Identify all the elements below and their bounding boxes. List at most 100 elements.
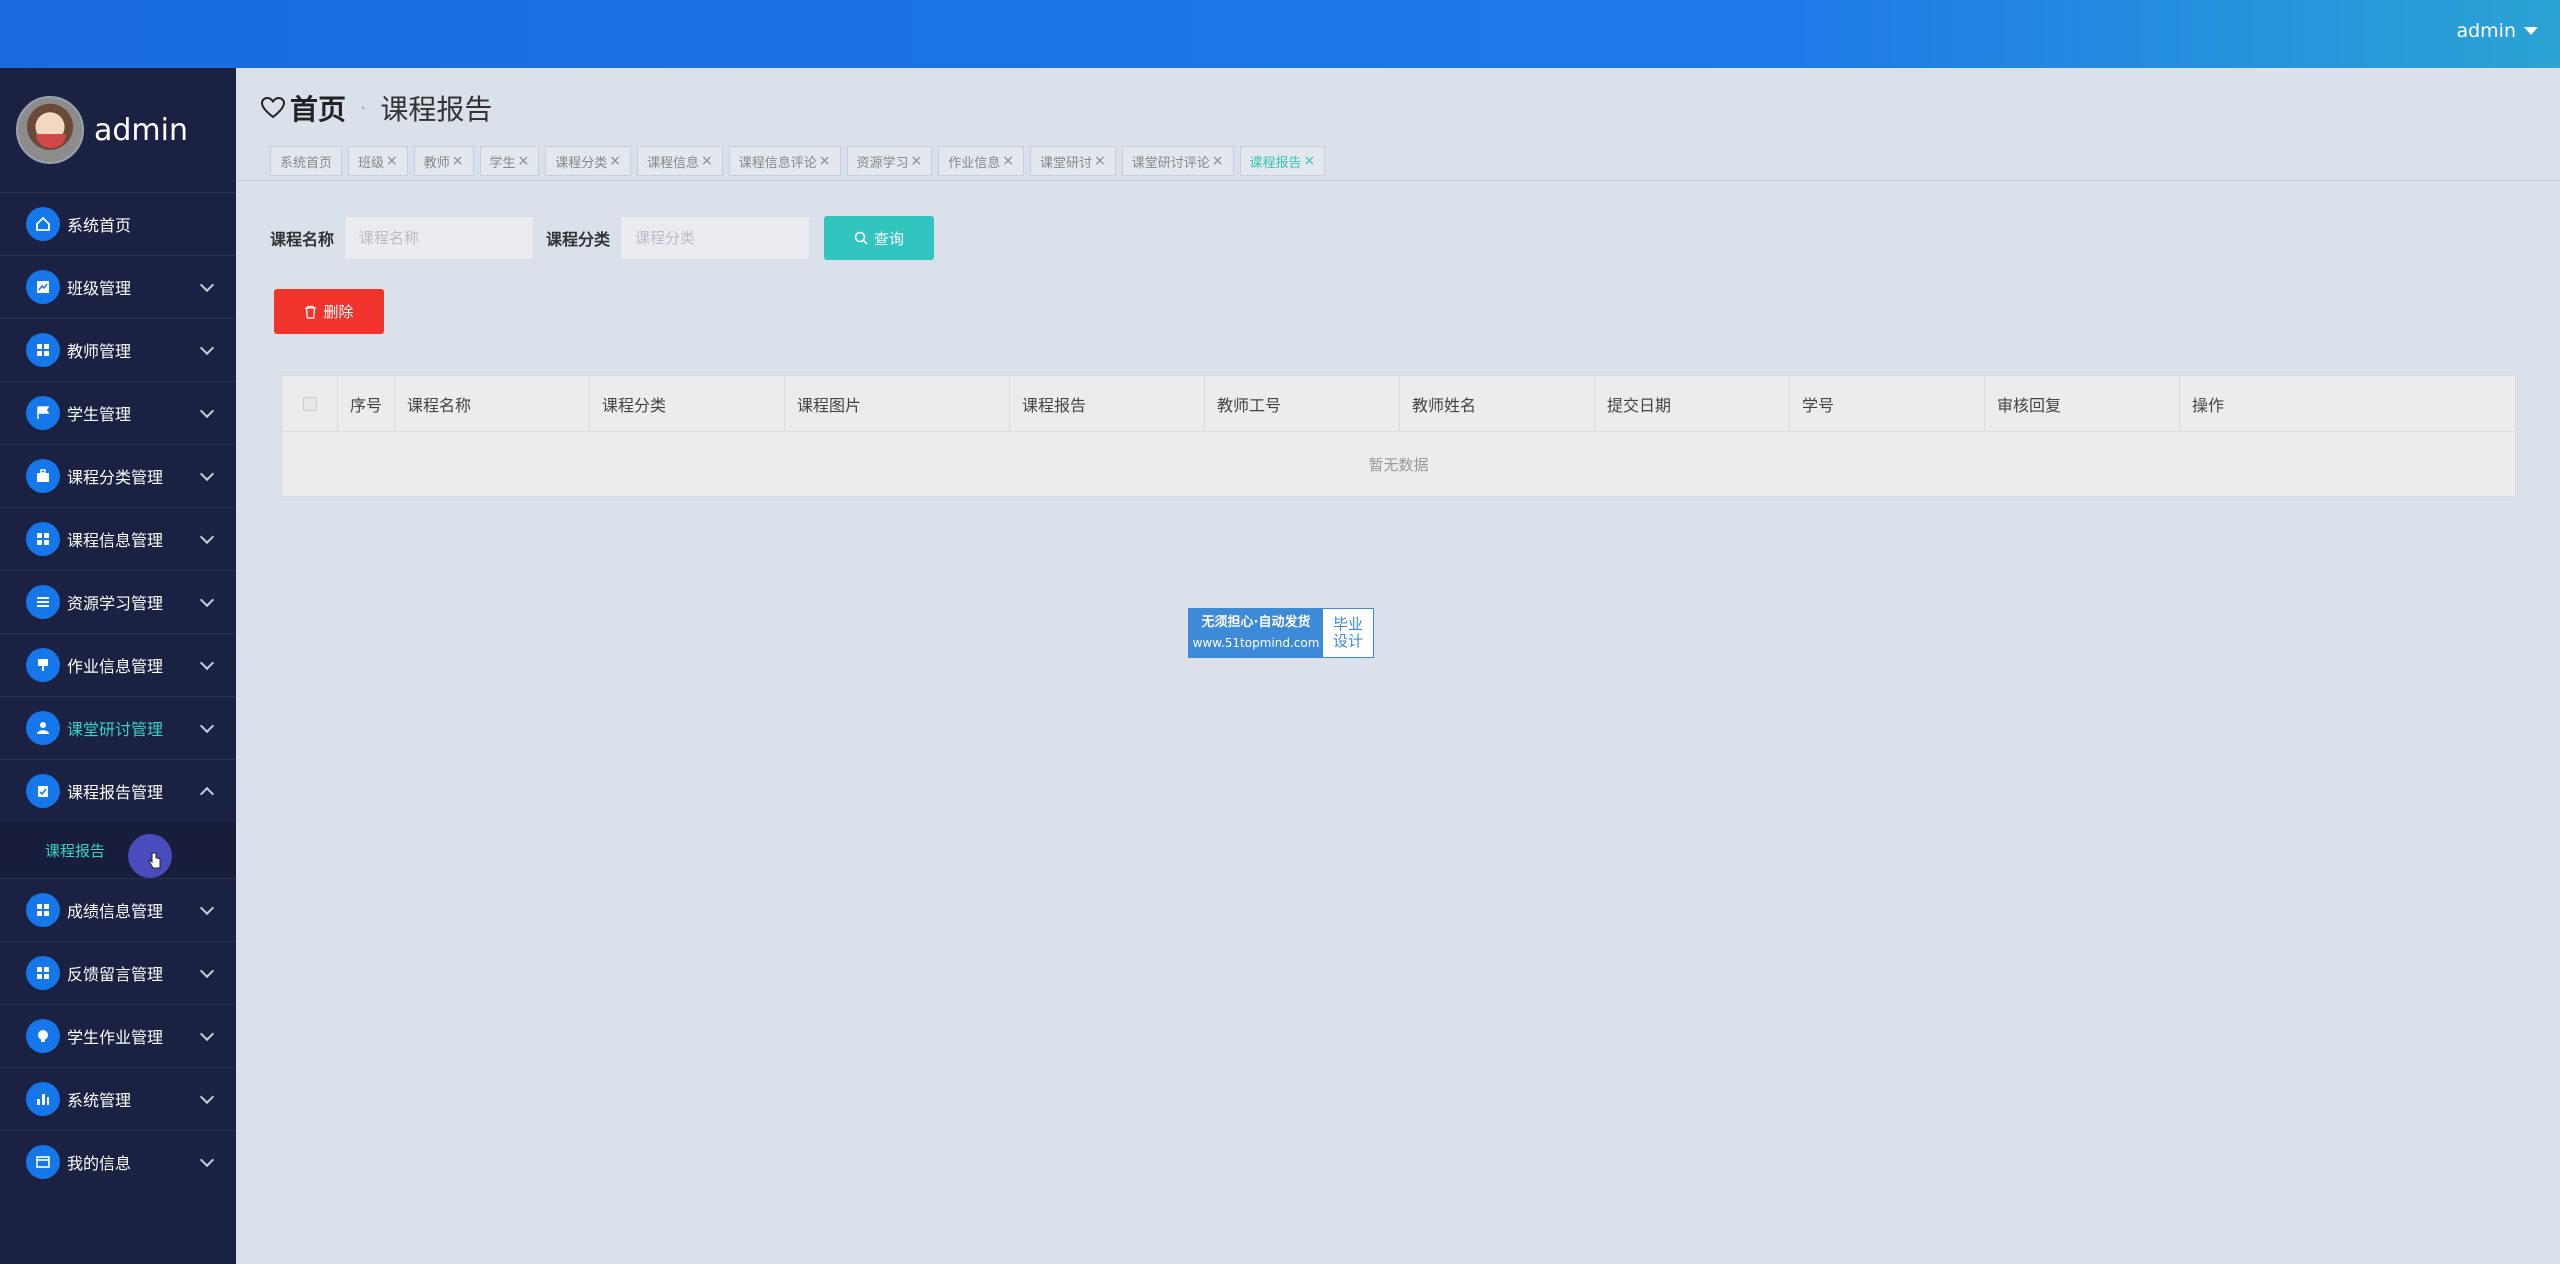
tab-label: 课堂研讨 <box>1040 155 1093 171</box>
course-name-label: 课程名称 <box>270 230 335 249</box>
tab-label: 课程报告 <box>1249 155 1302 171</box>
column-header: 教师姓名 <box>1400 376 1595 431</box>
sidebar-item-class[interactable]: 班级管理 <box>0 255 236 318</box>
chevron-down-icon <box>199 655 215 671</box>
course-category-input[interactable] <box>620 216 811 260</box>
tab-course-comment[interactable]: 课程信息评论 × <box>728 146 841 176</box>
sidebar-item-my-info[interactable]: 我的信息 <box>0 1130 236 1193</box>
grid-icon <box>26 956 60 990</box>
close-icon[interactable]: × <box>609 153 621 169</box>
tab-homework[interactable]: 作业信息 × <box>938 146 1025 176</box>
select-all-checkbox[interactable] <box>302 396 317 411</box>
watermark-left: 无须担心·自动发货 www.51topmind.com <box>1189 609 1323 657</box>
user-icon <box>26 711 60 745</box>
submenu-item-course-report[interactable]: 课程报告 <box>0 822 236 878</box>
user-name: admin <box>2456 20 2516 42</box>
tab-resource[interactable]: 资源学习 × <box>846 146 933 176</box>
column-header: 课程图片 <box>785 376 1010 431</box>
avatar <box>16 96 84 164</box>
close-icon[interactable]: × <box>452 153 464 169</box>
tab-discussion[interactable]: 课堂研讨 × <box>1030 146 1116 176</box>
course-name-input[interactable] <box>344 216 535 260</box>
list-icon <box>26 585 60 619</box>
watermark-text: 毕业 <box>1332 615 1363 633</box>
tab-label: 课程信息评论 <box>738 155 817 171</box>
home-icon <box>26 207 60 241</box>
bar-chart-icon <box>26 1082 60 1116</box>
delete-button-label: 删除 <box>323 303 354 321</box>
sidebar-item-student[interactable]: 学生管理 <box>0 381 236 444</box>
watermark-text: 无须担心·自动发货 <box>1201 615 1311 630</box>
chevron-up-icon <box>199 786 215 802</box>
column-header: 课程名称 <box>395 376 590 431</box>
sidebar-item-discussion[interactable]: 课堂研讨管理 <box>0 696 236 759</box>
breadcrumb-home[interactable]: 首页 <box>260 88 346 128</box>
empty-state: 暂无数据 <box>1368 455 1429 474</box>
close-icon[interactable]: × <box>386 153 398 169</box>
tab-class[interactable]: 班级 × <box>348 146 408 176</box>
sidebar-item-teacher[interactable]: 教师管理 <box>0 318 236 381</box>
chevron-down-icon <box>199 1152 215 1168</box>
close-icon[interactable]: × <box>1304 153 1316 169</box>
user-menu[interactable]: admin <box>2456 20 2538 42</box>
chevron-down-icon <box>199 900 215 916</box>
close-icon[interactable]: × <box>819 153 831 169</box>
close-icon[interactable]: × <box>1212 153 1224 169</box>
sidebar-item-label: 系统管理 <box>67 1091 132 1110</box>
select-all-cell <box>282 376 338 431</box>
tab-label: 系统首页 <box>280 155 333 171</box>
close-icon[interactable]: × <box>1094 153 1106 169</box>
sidebar-item-label: 系统首页 <box>67 216 132 235</box>
close-icon[interactable]: × <box>1002 153 1014 169</box>
close-icon[interactable]: × <box>911 153 923 169</box>
chevron-down-icon <box>199 529 215 545</box>
tab-bar: 系统首页 班级 × 教师 × 学生 × 课程分类 × 课程信息 × 课程信息评论 × 资源学… <box>270 146 1326 176</box>
breadcrumb: 首页 · 课程报告 <box>260 88 492 128</box>
tab-label: 课程信息 <box>647 155 700 171</box>
tab-course-report[interactable]: 课程报告 × <box>1239 146 1326 176</box>
close-icon[interactable]: × <box>518 153 530 169</box>
tab-discussion-comment[interactable]: 课堂研讨评论 × <box>1121 146 1234 176</box>
tabs-divider <box>236 180 2560 181</box>
sidebar-item-course-info[interactable]: 课程信息管理 <box>0 507 236 570</box>
tab-label: 资源学习 <box>856 155 909 171</box>
tab-label: 班级 <box>358 155 385 171</box>
search-form: 课程名称 课程分类 查询 <box>270 216 935 260</box>
tab-home[interactable]: 系统首页 <box>270 146 343 176</box>
sidebar-item-homework[interactable]: 作业信息管理 <box>0 633 236 696</box>
chart-icon <box>26 270 60 304</box>
sidebar-item-resource[interactable]: 资源学习管理 <box>0 570 236 633</box>
top-bar: admin <box>0 0 2560 68</box>
sidebar-item-label: 课程信息管理 <box>67 531 164 550</box>
sidebar-item-course-category[interactable]: 课程分类管理 <box>0 444 236 507</box>
sidebar-item-label: 教师管理 <box>67 342 132 361</box>
sidebar-item-system[interactable]: 系统管理 <box>0 1067 236 1130</box>
profile-name: admin <box>94 112 188 148</box>
data-table: 序号 课程名称 课程分类 课程图片 课程报告 教师工号 教师姓名 提交日期 学号… <box>281 375 2516 497</box>
sidebar-item-grades[interactable]: 成绩信息管理 <box>0 878 236 941</box>
sidebar-item-course-report[interactable]: 课程报告管理 <box>0 759 236 822</box>
tab-teacher[interactable]: 教师 × <box>413 146 474 176</box>
caret-down-icon <box>2524 27 2538 35</box>
close-icon[interactable]: × <box>701 153 713 169</box>
chevron-down-icon <box>199 1089 215 1105</box>
tab-course-info[interactable]: 课程信息 × <box>637 146 723 176</box>
sidebar-item-feedback[interactable]: 反馈留言管理 <box>0 941 236 1004</box>
sidebar-item-label: 作业信息管理 <box>67 657 164 676</box>
sidebar-item-home[interactable]: 系统首页 <box>0 192 236 255</box>
sidebar-item-student-homework[interactable]: 学生作业管理 <box>0 1004 236 1067</box>
brush-icon <box>26 648 60 682</box>
grid-icon <box>26 522 60 556</box>
breadcrumb-home-label: 首页 <box>290 93 347 126</box>
sidebar-item-label: 成绩信息管理 <box>67 902 164 921</box>
tab-course-category[interactable]: 课程分类 × <box>545 146 632 176</box>
delete-button[interactable]: 删除 <box>274 289 384 334</box>
query-button[interactable]: 查询 <box>824 216 935 260</box>
column-header: 序号 <box>338 376 395 431</box>
tab-student[interactable]: 学生 × <box>479 146 540 176</box>
tab-label: 作业信息 <box>948 155 1001 171</box>
trash-icon <box>305 305 317 319</box>
tab-label: 课程分类 <box>555 155 608 171</box>
watermark-logo: 无须担心·自动发货 www.51topmind.com 毕业 设计 <box>1188 608 1374 658</box>
sidebar: admin 系统首页 班级管理 教师管理 学生管理 课程分类管理 课程信息管理 … <box>0 68 236 1264</box>
